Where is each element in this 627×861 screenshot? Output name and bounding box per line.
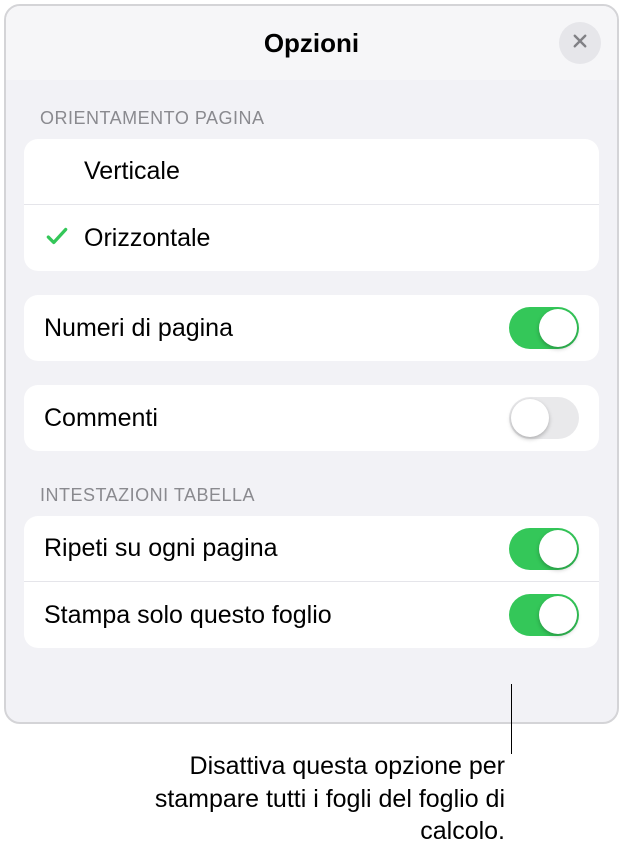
page-numbers-label: Numeri di pagina — [44, 314, 509, 343]
repeat-headers-row: Ripeti su ogni pagina — [24, 516, 599, 582]
comments-label: Commenti — [44, 404, 509, 433]
repeat-headers-label: Ripeti su ogni pagina — [44, 534, 509, 563]
comments-group: Commenti — [24, 385, 599, 451]
close-icon — [571, 32, 589, 55]
page-numbers-toggle[interactable] — [509, 307, 579, 349]
orientation-label: Orizzontale — [84, 224, 579, 253]
table-headers-group: Ripeti su ogni pagina Stampa solo questo… — [24, 516, 599, 648]
header-title: Opzioni — [264, 28, 359, 59]
callout-leader-line — [511, 684, 512, 754]
orientation-option-vertical[interactable]: Verticale — [24, 139, 599, 205]
content: ORIENTAMENTO PAGINA Verticale Orizzontal… — [6, 108, 617, 648]
options-panel: Opzioni ORIENTAMENTO PAGINA Verticale Or… — [4, 4, 619, 724]
print-only-sheet-label: Stampa solo questo foglio — [44, 601, 509, 630]
print-only-sheet-toggle[interactable] — [509, 594, 579, 636]
orientation-label: Verticale — [84, 157, 579, 186]
page-numbers-row: Numeri di pagina — [24, 295, 599, 361]
table-headers-section-label: INTESTAZIONI TABELLA — [40, 485, 583, 506]
orientation-group: Verticale Orizzontale — [24, 139, 599, 271]
orientation-option-horizontal[interactable]: Orizzontale — [24, 205, 599, 271]
comments-toggle[interactable] — [509, 397, 579, 439]
page-numbers-group: Numeri di pagina — [24, 295, 599, 361]
repeat-headers-toggle[interactable] — [509, 528, 579, 570]
checkmark-slot — [44, 223, 84, 254]
orientation-section-label: ORIENTAMENTO PAGINA — [40, 108, 583, 129]
callout-text: Disattiva questa opzione per stampare tu… — [150, 750, 505, 848]
header: Opzioni — [6, 6, 617, 80]
checkmark-icon — [44, 223, 70, 254]
close-button[interactable] — [559, 22, 601, 64]
print-only-sheet-row: Stampa solo questo foglio — [24, 582, 599, 648]
comments-row: Commenti — [24, 385, 599, 451]
